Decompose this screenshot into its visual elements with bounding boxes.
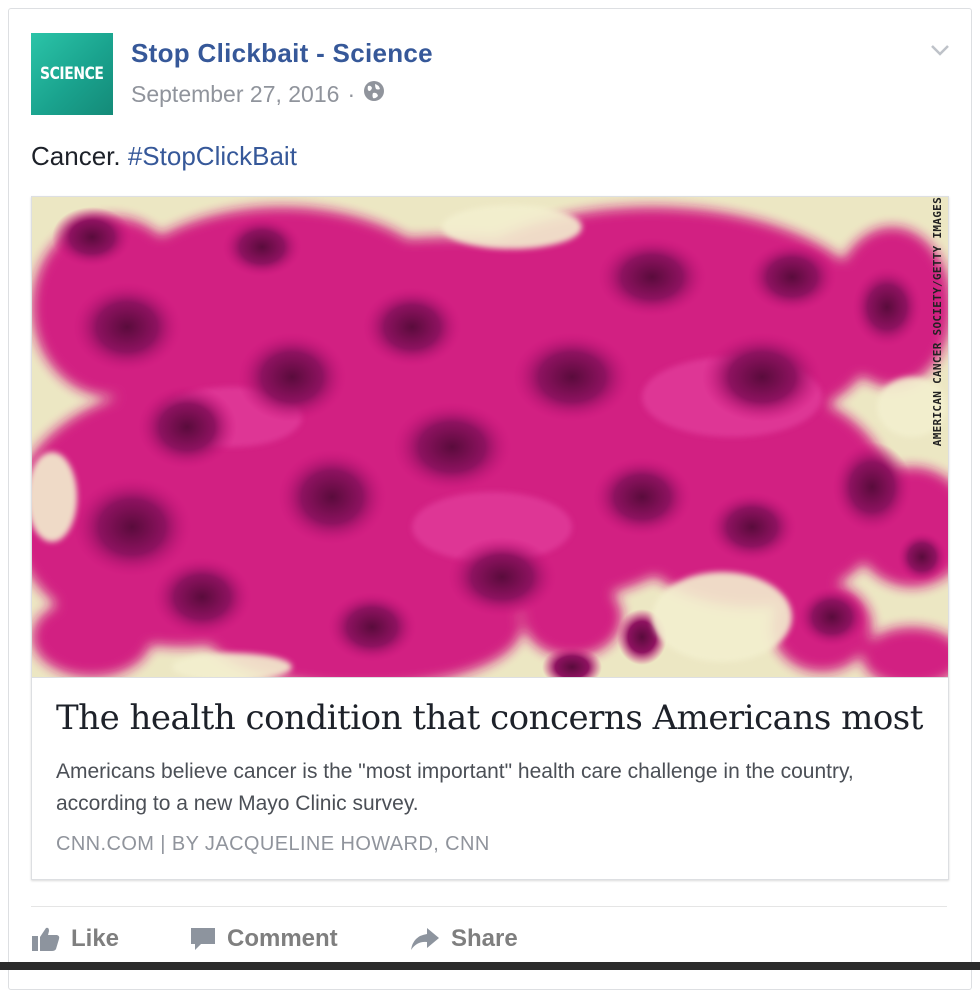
card-text-area[interactable]: The health condition that concerns Ameri… — [32, 677, 948, 880]
comment-label: Comment — [227, 925, 338, 952]
page-name-link[interactable]: Stop Clickbait - Science — [131, 38, 433, 69]
page-avatar[interactable]: SCIENCE — [31, 33, 113, 115]
share-arrow-icon — [409, 925, 441, 953]
hashtag-link[interactable]: #StopClickBait — [128, 141, 297, 171]
meta-separator: · — [347, 80, 356, 107]
globe-icon[interactable] — [363, 80, 385, 108]
post-date[interactable]: September 27, 2016 — [131, 81, 339, 108]
card-description: Americans believe cancer is the "most im… — [56, 760, 854, 815]
card-source: CNN.COM | BY JACQUELINE HOWARD, CNN — [56, 833, 490, 855]
post-caption: Cancer. #StopClickBait — [31, 141, 297, 172]
link-preview-card[interactable]: AMERICAN CANCER SOCIETY/GETTY IMAGES The… — [31, 196, 949, 880]
facebook-post: SCIENCE Stop Clickbait - Science Septemb… — [8, 8, 972, 990]
share-label: Share — [451, 925, 518, 952]
share-button[interactable]: Share — [409, 917, 569, 961]
caption-text: Cancer. — [31, 141, 121, 171]
chevron-down-icon[interactable] — [929, 39, 951, 61]
bottom-edge — [0, 962, 980, 970]
like-button[interactable]: Like — [31, 917, 189, 961]
comment-button[interactable]: Comment — [189, 917, 409, 961]
speech-bubble-icon — [189, 925, 217, 953]
cancer-cells-image[interactable]: AMERICAN CANCER SOCIETY/GETTY IMAGES — [32, 197, 948, 677]
like-label: Like — [71, 925, 120, 952]
post-meta: September 27, 2016 · — [131, 80, 385, 108]
thumbs-up-icon — [31, 925, 61, 953]
avatar-label: SCIENCE — [40, 64, 104, 84]
action-divider — [31, 906, 947, 907]
image-credit: AMERICAN CANCER SOCIETY/GETTY IMAGES — [930, 197, 944, 447]
card-headline[interactable]: The health condition that concerns Ameri… — [56, 698, 923, 738]
action-bar: Like Comment Share — [31, 917, 569, 961]
